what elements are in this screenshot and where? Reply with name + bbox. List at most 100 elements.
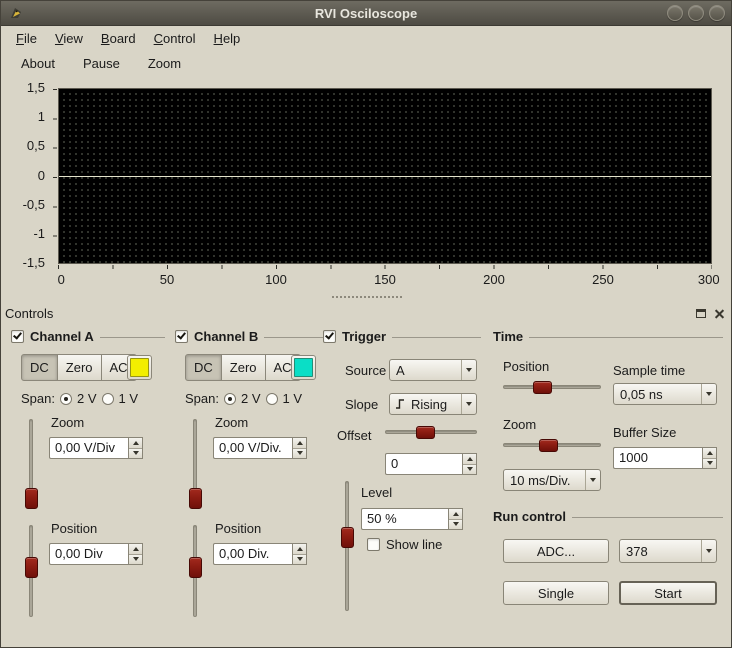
channel-b-zoom-slider[interactable] xyxy=(189,419,202,509)
spin-buttons xyxy=(292,437,307,459)
toolbar-zoom-button[interactable]: Zoom xyxy=(142,53,187,74)
slider-handle[interactable] xyxy=(539,439,558,452)
spin-down-button[interactable] xyxy=(293,447,306,458)
channel-a-enable-checkbox[interactable] xyxy=(11,329,24,343)
channel-b-dc-button[interactable]: DC xyxy=(185,354,222,381)
trigger-level-slider[interactable] xyxy=(341,481,354,611)
spin-up-button[interactable] xyxy=(293,438,306,448)
slider-handle[interactable] xyxy=(25,557,38,578)
group-title: Channel A xyxy=(30,328,94,344)
spin-down-button[interactable] xyxy=(463,463,476,474)
show-line-checkbox[interactable] xyxy=(367,538,380,551)
spin-down-button[interactable] xyxy=(129,447,142,458)
spin-up-button[interactable] xyxy=(129,544,142,554)
spin-down-button[interactable] xyxy=(293,553,306,564)
spin-value[interactable]: 0 xyxy=(385,453,462,475)
source-label: Source xyxy=(345,363,387,378)
toolbar-pause-button[interactable]: Pause xyxy=(77,53,126,74)
channel-b-span-1v-radio[interactable] xyxy=(265,392,278,405)
y-axis-label: -0,5 xyxy=(22,197,45,212)
menu-file[interactable]: File xyxy=(7,29,46,48)
channel-b-zero-button[interactable]: Zero xyxy=(220,354,266,381)
show-line-row: Show line xyxy=(367,537,442,552)
chevron-down-icon xyxy=(701,540,716,562)
radio-label: 1 V xyxy=(282,391,303,406)
adc-button[interactable]: ADC... xyxy=(503,539,609,563)
menu-view[interactable]: View xyxy=(46,29,92,48)
y-axis-label: 0,5 xyxy=(26,138,45,153)
channel-b-position-slider[interactable] xyxy=(189,525,202,617)
channel-a-dc-button[interactable]: DC xyxy=(21,354,58,381)
window-buttons xyxy=(667,5,725,21)
y-axis-label: -1,5 xyxy=(22,255,45,270)
slider-handle[interactable] xyxy=(533,381,552,394)
slider-handle[interactable] xyxy=(416,426,435,439)
trigger-slope-select[interactable]: Rising xyxy=(389,393,477,415)
spin-up-button[interactable] xyxy=(463,454,476,464)
arrow-down-icon xyxy=(466,467,473,472)
channel-a-span-1v-radio[interactable] xyxy=(101,392,114,405)
spin-value[interactable]: 0,00 Div. xyxy=(213,543,292,565)
arrow-up-icon xyxy=(132,440,139,445)
single-button[interactable]: Single xyxy=(503,581,609,605)
menu-control[interactable]: Control xyxy=(145,29,205,48)
time-zoom-slider[interactable] xyxy=(503,439,601,452)
spin-value[interactable]: 0,00 Div xyxy=(49,543,128,565)
dock-splitter-handle[interactable] xyxy=(332,296,402,298)
trigger-source-select[interactable]: A xyxy=(389,359,477,381)
minimize-button[interactable] xyxy=(667,5,683,21)
span-label: Span: xyxy=(21,391,55,406)
slider-handle[interactable] xyxy=(189,557,202,578)
arrow-up-icon xyxy=(132,546,139,551)
slider-handle[interactable] xyxy=(189,488,202,509)
start-button[interactable]: Start xyxy=(619,581,717,605)
channel-a-span-2v-radio[interactable] xyxy=(59,392,72,405)
menu-help[interactable]: Help xyxy=(205,29,250,48)
chevron-down-icon xyxy=(461,360,476,380)
arrow-up-icon xyxy=(452,511,459,516)
spin-down-button[interactable] xyxy=(449,518,462,529)
float-icon[interactable] xyxy=(696,309,706,318)
combo-value: A xyxy=(396,362,405,378)
spin-value[interactable]: 50 % xyxy=(361,508,448,530)
time-per-div-select[interactable]: 10 ms/Div. xyxy=(503,469,601,491)
trigger-offset-slider[interactable] xyxy=(385,426,477,439)
adc-value-select[interactable]: 378 xyxy=(619,539,717,563)
maximize-button[interactable] xyxy=(688,5,704,21)
close-button[interactable] xyxy=(709,5,725,21)
spin-buttons xyxy=(462,453,477,475)
channel-b-span-2v-radio[interactable] xyxy=(223,392,236,405)
spin-up-button[interactable] xyxy=(703,448,716,458)
channel-a-position-slider[interactable] xyxy=(25,525,38,617)
spin-up-button[interactable] xyxy=(449,509,462,519)
app-window: RVI Osciloscope File View Board Control … xyxy=(0,0,732,648)
spin-value[interactable]: 1000 xyxy=(613,447,702,469)
color-swatch xyxy=(294,358,313,377)
spin-up-button[interactable] xyxy=(129,438,142,448)
menu-board[interactable]: Board xyxy=(92,29,145,48)
sample-time-select[interactable]: 0,05 ns xyxy=(613,383,717,405)
spin-down-button[interactable] xyxy=(129,553,142,564)
y-axis-labels: 1,5 1 0,5 0 -0,5 -1 -1,5 xyxy=(1,80,51,270)
trigger-enable-checkbox[interactable] xyxy=(323,329,336,343)
span-label: Span: xyxy=(185,391,219,406)
channel-b-color-button[interactable] xyxy=(291,355,316,380)
channel-b-coupling: DC Zero AC xyxy=(185,354,301,381)
spin-value[interactable]: 0,00 V/Div xyxy=(49,437,128,459)
slider-handle[interactable] xyxy=(341,527,354,548)
spin-value[interactable]: 0,00 V/Div. xyxy=(213,437,292,459)
channel-a-zoom-slider[interactable] xyxy=(25,419,38,509)
slider-handle[interactable] xyxy=(25,488,38,509)
toolbar-about-button[interactable]: About xyxy=(15,53,61,74)
combo-value: 378 xyxy=(626,543,648,559)
channel-b-enable-checkbox[interactable] xyxy=(175,329,188,343)
channel-a-color-button[interactable] xyxy=(127,355,152,380)
spin-down-button[interactable] xyxy=(703,457,716,468)
group-title: Run control xyxy=(493,508,566,524)
close-icon[interactable] xyxy=(714,308,725,319)
trigger-level-spinbox: 50 % xyxy=(361,508,463,530)
time-position-slider[interactable] xyxy=(503,381,601,394)
spin-up-button[interactable] xyxy=(293,544,306,554)
position-label: Position xyxy=(51,521,98,536)
channel-a-zero-button[interactable]: Zero xyxy=(56,354,102,381)
